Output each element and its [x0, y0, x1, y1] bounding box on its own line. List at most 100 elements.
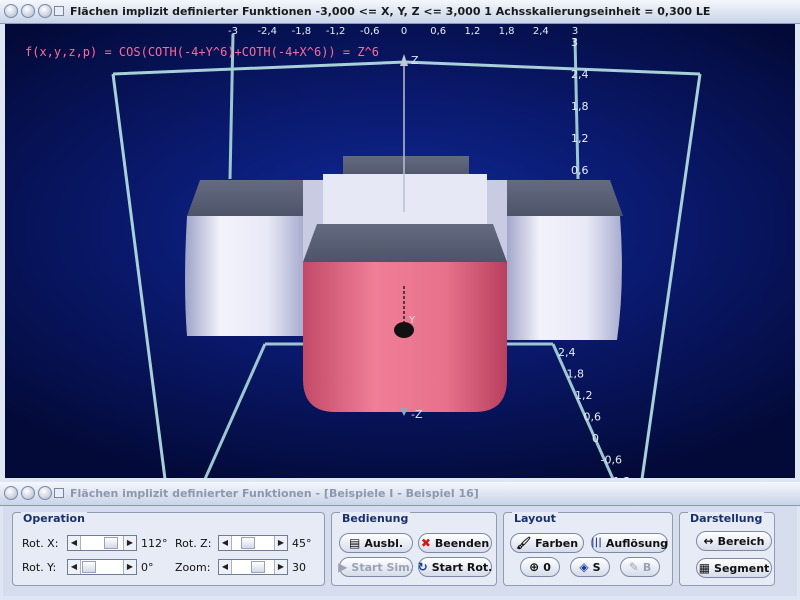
rot-z-label: Rot. Z:	[175, 537, 212, 550]
tick-label: 0	[592, 432, 599, 445]
start-rot-label: Start Rot.	[431, 560, 493, 574]
window-buttons	[4, 4, 52, 18]
tick-label: 0,6	[571, 164, 589, 177]
bottom-tick-labels: 2,4 1,8 1,2 0,6 0-0,6 -1,2	[558, 346, 630, 478]
start-rot-button[interactable]: ↻ Start Rot.	[418, 557, 492, 577]
y-axis-label: Y	[408, 315, 416, 326]
rot-z-right-arrow-icon[interactable]: ▶	[274, 536, 287, 550]
rot-x-label: Rot. X:	[22, 537, 59, 550]
rotate-icon: ↻	[417, 560, 428, 574]
grid-icon: |||	[590, 537, 602, 548]
sub-app-icon	[54, 488, 64, 498]
start-sim-button[interactable]: ▶ Start Sim.	[338, 557, 414, 577]
bereich-button[interactable]: ↔ Bereich	[696, 531, 772, 551]
ausbl-button[interactable]: ▤ Ausbl.	[339, 533, 413, 553]
tick-label: -0,6	[601, 454, 622, 467]
tick-label: 1,2	[571, 132, 589, 145]
surface-middle	[323, 174, 487, 224]
zoom-left-arrow-icon[interactable]: ◀	[219, 560, 232, 574]
darstellung-title: Darstellung	[688, 512, 765, 525]
table-icon: ▦	[698, 561, 711, 575]
maximize-window-button[interactable]	[38, 4, 52, 18]
s-label: S	[592, 560, 601, 574]
tick-label: 1,8	[567, 368, 585, 381]
tick-label: -1,8	[292, 26, 312, 37]
zoom-right-arrow-icon[interactable]: ▶	[274, 560, 287, 574]
beenden-button[interactable]: ✖ Beenden	[418, 533, 492, 553]
rot-y-left-arrow-icon[interactable]: ◀	[68, 560, 81, 574]
rot-y-label: Rot. Y:	[22, 561, 57, 574]
rot-z-thumb[interactable]	[241, 537, 255, 549]
zoom-slider[interactable]: ◀ ▶	[218, 559, 288, 575]
darstellung-group: Darstellung ↔ Bereich ▦ Segment	[679, 512, 775, 586]
rot-x-left-arrow-icon[interactable]: ◀	[68, 536, 81, 550]
tick-label: -1,2	[609, 475, 630, 478]
s-button[interactable]: ◈ S	[570, 557, 610, 577]
play-icon: ▶	[338, 560, 348, 574]
bedienung-group: Bedienung ▤ Ausbl. ✖ Beenden ▶ Start Sim. ↻…	[331, 512, 497, 586]
brush-icon: 🖌	[515, 536, 532, 550]
main-titlebar[interactable]: Flächen implizit definierter Funktionen …	[0, 0, 800, 24]
surface-plot: Z Y -Z f(x,y,z,p) = COS(COTH(-4+Y^6)+COT…	[25, 26, 702, 478]
sub-minimize-button[interactable]	[21, 486, 35, 500]
layout-group: Layout 🖌 Farben ||| Auflösung ⊕ 0 ◈ S ✎ B	[503, 512, 673, 586]
rot-x-value: 112°	[141, 537, 168, 550]
farben-button[interactable]: 🖌 Farben	[510, 533, 584, 553]
b-button[interactable]: ✎ B	[620, 557, 660, 577]
ausbl-label: Ausbl.	[364, 536, 404, 550]
zero-button[interactable]: ⊕ 0	[520, 557, 560, 577]
rot-y-value: 0°	[141, 561, 154, 574]
crosshair-icon: ⊕	[529, 560, 540, 574]
tick-label: 1,8	[499, 26, 515, 37]
bedienung-title: Bedienung	[340, 512, 411, 525]
tick-label: -1,2	[326, 26, 346, 37]
tick-label: -0,6	[360, 26, 380, 37]
bereich-label: Bereich	[717, 534, 765, 548]
aufloesung-button[interactable]: ||| Auflösung	[591, 533, 668, 553]
zoom-value: 30	[292, 561, 306, 574]
sub-maximize-button[interactable]	[38, 486, 52, 500]
control-panel: Operation Rot. X: ◀ ▶ 112° Rot. Y: ◀ ▶ 0…	[3, 506, 797, 596]
layout-title: Layout	[512, 512, 558, 525]
sub-titlebar[interactable]: Flächen implizit definierter Funktionen …	[0, 482, 800, 506]
range-icon: ↔	[703, 534, 714, 548]
sub-window-buttons	[4, 486, 52, 500]
beenden-label: Beenden	[434, 536, 490, 550]
formula-label: f(x,y,z,p) = COS(COTH(-4+Y^6)+COTH(-4+X^…	[25, 45, 379, 59]
rot-z-slider[interactable]: ◀ ▶	[218, 535, 288, 551]
sub-close-button[interactable]	[4, 486, 18, 500]
tick-label: 1,8	[571, 100, 589, 113]
app-icon	[54, 6, 64, 16]
window-title: Flächen implizit definierter Funktionen …	[70, 5, 711, 18]
zero-label: 0	[543, 560, 551, 574]
rot-x-slider[interactable]: ◀ ▶	[67, 535, 137, 551]
close-window-button[interactable]	[4, 4, 18, 18]
tick-label: 1,2	[464, 26, 480, 37]
tick-label: 3	[571, 36, 578, 49]
tick-label: 2,4	[571, 68, 589, 81]
rot-z-left-arrow-icon[interactable]: ◀	[219, 536, 232, 550]
z-axis-label: Z	[411, 54, 419, 67]
sub-window-title: Flächen implizit definierter Funktionen …	[70, 487, 479, 500]
rot-z-value: 45°	[292, 537, 312, 550]
tick-label: 1,2	[575, 389, 593, 402]
minimize-window-button[interactable]	[21, 4, 35, 18]
b-label: B	[642, 560, 652, 574]
close-icon: ✖	[420, 536, 431, 550]
rot-y-thumb[interactable]	[82, 561, 96, 573]
neg-z-axis-label: -Z	[411, 408, 423, 421]
plot-viewport[interactable]: Z Y -Z f(x,y,z,p) = COS(COTH(-4+Y^6)+COT…	[5, 24, 795, 478]
rot-y-slider[interactable]: ◀ ▶	[67, 559, 137, 575]
segment-label: Segment	[714, 561, 770, 575]
pen-icon: ✎	[628, 560, 639, 574]
rot-x-right-arrow-icon[interactable]: ▶	[123, 536, 136, 550]
top-tick-labels: -3 -2,4 -1,8 -1,2 -0,6 0 0,6 1,2 1,8 2,4 3	[228, 26, 578, 37]
segment-button[interactable]: ▦ Segment	[696, 558, 772, 578]
rot-y-right-arrow-icon[interactable]: ▶	[123, 560, 136, 574]
surface-front-block	[303, 224, 507, 412]
rot-x-thumb[interactable]	[104, 537, 118, 549]
bucket-icon: ◈	[579, 560, 589, 574]
tick-label: -3	[228, 26, 238, 37]
right-tick-labels: 3 2,4 1,8 1,2 0,6	[571, 36, 589, 177]
zoom-thumb[interactable]	[251, 561, 265, 573]
